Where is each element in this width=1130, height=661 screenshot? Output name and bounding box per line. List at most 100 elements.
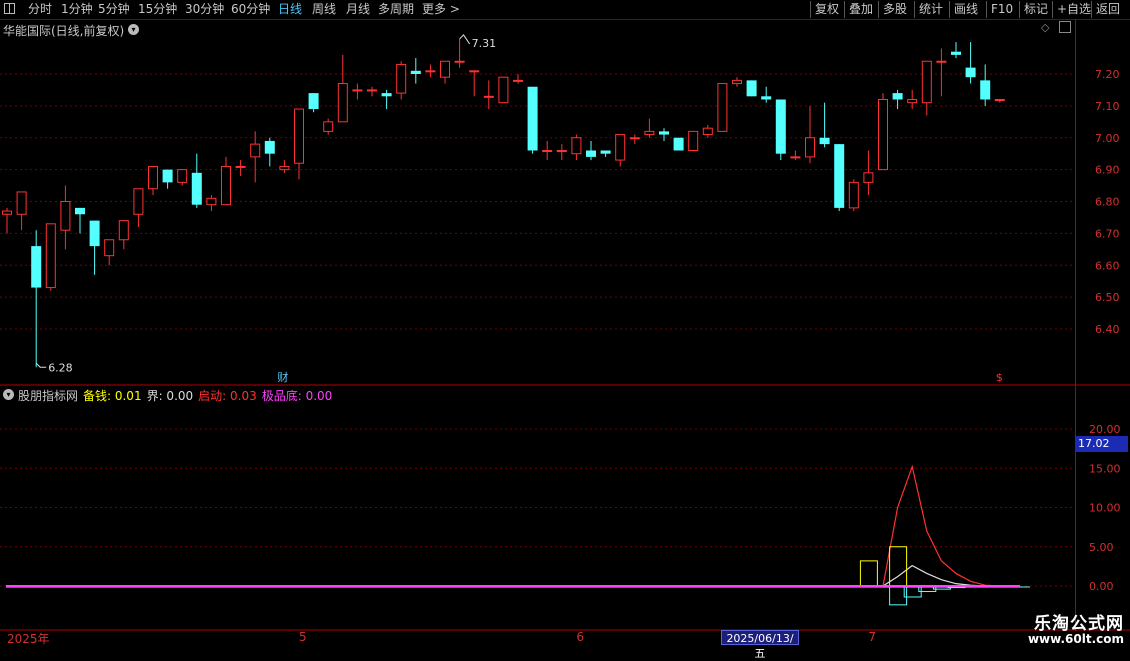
- candle-body: [907, 99, 918, 104]
- tab-1[interactable]: 1分钟: [61, 2, 93, 16]
- candle-body: [483, 95, 494, 98]
- candle-body: [994, 99, 1005, 101]
- candle-body: [527, 86, 538, 151]
- tab-6[interactable]: 日线: [278, 2, 302, 16]
- high-pointer: [459, 34, 471, 45]
- toolbar-separator: [1019, 1, 1020, 18]
- indicator-name: 股朋指标网: [18, 389, 79, 403]
- candle-body: [878, 99, 888, 171]
- candle-body: [863, 172, 874, 183]
- x-label-0: 2025年: [7, 632, 50, 646]
- layout-grid-icon[interactable]: [4, 3, 15, 14]
- price-tick-label: 6.50: [1095, 291, 1120, 304]
- indicator-item-3: 极品底: 0.00: [261, 389, 333, 403]
- tool-button-8[interactable]: 返回: [1096, 2, 1120, 16]
- candle-body: [323, 121, 334, 132]
- indicator-tick-label: 0.00: [1089, 580, 1114, 593]
- toolbar-separator: [878, 1, 879, 18]
- candle-body: [367, 89, 377, 92]
- candle-body: [206, 197, 217, 206]
- tool-button-7[interactable]: +自选: [1057, 2, 1091, 16]
- indicator-tick-label: 20.00: [1089, 423, 1121, 436]
- tab-5[interactable]: 60分钟: [231, 2, 270, 16]
- diamond-icon[interactable]: ◇: [1041, 21, 1049, 34]
- candle-body: [702, 127, 713, 136]
- toolbar-separator: [914, 1, 915, 18]
- candle-body: [615, 134, 626, 161]
- indicator-dropdown-icon[interactable]: ▾: [3, 389, 14, 400]
- watermark-title: 乐淘公式网: [1034, 614, 1124, 634]
- indicator-item-1: 界: 0.00: [146, 389, 194, 403]
- candle-body: [965, 67, 976, 78]
- candle-body: [440, 60, 450, 78]
- finance-marker: 财: [277, 370, 288, 384]
- candle-body: [381, 93, 392, 97]
- candle-body: [921, 60, 932, 104]
- candle-body: [235, 165, 246, 168]
- candle-body: [556, 150, 567, 152]
- watermark-url: www.60lt.com: [1027, 632, 1124, 646]
- candle-body: [75, 207, 85, 215]
- indicator-item-2: 启动: 0.03: [198, 389, 257, 403]
- title-dropdown-icon[interactable]: ▾: [128, 24, 139, 35]
- indicator-tick-label: 5.00: [1089, 541, 1114, 554]
- toolbar-separator: [1091, 1, 1092, 18]
- tab-0[interactable]: 分时: [28, 2, 52, 16]
- tool-button-2[interactable]: 多股: [883, 2, 907, 16]
- panel-toggle-icon[interactable]: [1059, 21, 1071, 33]
- candle-body: [352, 89, 363, 92]
- candle-body: [221, 165, 231, 206]
- candle-body: [892, 93, 903, 100]
- candle-body: [454, 60, 465, 63]
- high-marker: 7.31: [472, 37, 497, 50]
- tab-2[interactable]: 5分钟: [98, 2, 130, 16]
- candle-body: [469, 70, 480, 73]
- candle-body: [513, 79, 523, 82]
- toolbar-separator: [949, 1, 950, 18]
- tool-button-6[interactable]: 标记: [1024, 2, 1048, 16]
- candle-body: [951, 51, 961, 55]
- candle-body: [308, 93, 319, 110]
- price-tick-label: 7.10: [1095, 100, 1120, 113]
- price-tick-label: 7.20: [1095, 68, 1120, 81]
- tool-button-1[interactable]: 叠加: [849, 2, 873, 16]
- candle-body: [498, 76, 509, 104]
- price-tick-label: 6.90: [1095, 164, 1120, 177]
- toolbar-separator: [810, 1, 811, 18]
- candle-body: [542, 150, 553, 152]
- price-tick-label: 7.00: [1095, 132, 1120, 145]
- candle-body: [133, 188, 144, 215]
- candle-body: [104, 239, 115, 257]
- tool-button-5[interactable]: F10: [991, 2, 1013, 16]
- candle-body: [673, 137, 684, 151]
- candle-body: [805, 137, 815, 158]
- candle-body: [775, 99, 786, 154]
- tab-4[interactable]: 30分钟: [185, 2, 224, 16]
- candle-body: [294, 108, 304, 164]
- tab-8[interactable]: 月线: [346, 2, 370, 16]
- candle-body: [761, 96, 772, 100]
- tool-button-4[interactable]: 画线: [954, 2, 978, 16]
- stock-title: 华能国际(日线,前复权): [3, 24, 125, 38]
- tab-10[interactable]: 更多 >: [422, 2, 460, 16]
- candle-body: [746, 80, 757, 97]
- candle-body: [571, 137, 582, 155]
- candle-body: [31, 246, 42, 288]
- tool-button-0[interactable]: 复权: [815, 2, 839, 16]
- tab-3[interactable]: 15分钟: [138, 2, 177, 16]
- candle-body: [732, 79, 742, 85]
- tab-9[interactable]: 多周期: [378, 2, 414, 16]
- x-label-1: 5: [299, 630, 307, 644]
- tool-button-3[interactable]: 统计: [919, 2, 943, 16]
- indicator-tick-label: 10.00: [1089, 502, 1121, 515]
- stock-chart[interactable]: 7.20 7.10 7.00 6.90 6.80 6.70 6.60 6.50 6.40 7.31…: [0, 19, 1130, 650]
- price-tick-label: 6.40: [1095, 323, 1120, 336]
- price-tick-label: 6.80: [1095, 196, 1120, 209]
- indicator-bar: [859, 560, 878, 587]
- cursor-date: 2025/06/13/五: [721, 630, 799, 660]
- candle-body: [2, 210, 12, 215]
- current-value-box: 17.02: [1075, 436, 1128, 452]
- candle-body: [790, 156, 801, 159]
- candle-body: [586, 150, 596, 157]
- tab-7[interactable]: 周线: [312, 2, 336, 16]
